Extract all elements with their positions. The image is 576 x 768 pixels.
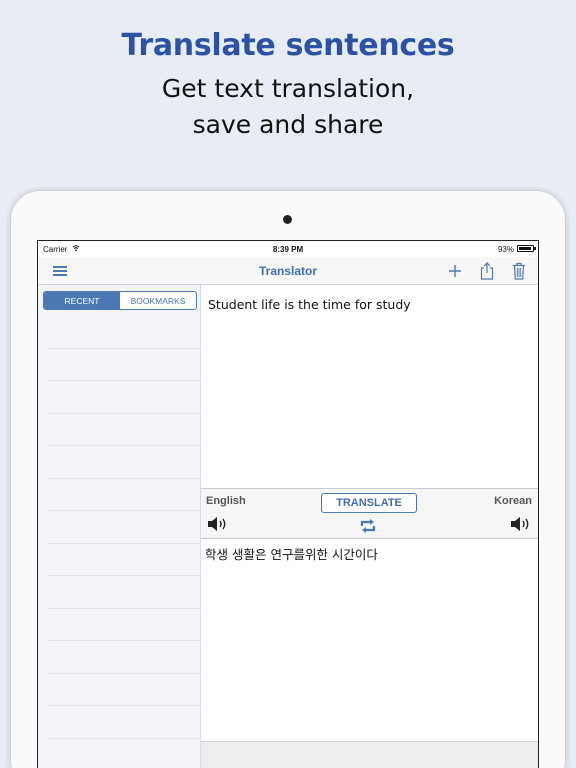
tab-bookmarks[interactable]: BOOKMARKS <box>120 292 196 309</box>
speaker-icon[interactable] <box>510 516 532 532</box>
promo-subline-1: Get text translation, <box>161 74 415 103</box>
list-item[interactable] <box>48 479 201 511</box>
camera-icon <box>283 215 292 224</box>
source-language-button[interactable]: English <box>206 495 246 507</box>
promo-subline-2: save and share <box>192 110 384 139</box>
trash-icon <box>513 262 525 280</box>
battery-tip <box>534 247 536 250</box>
tablet-screen: Carrier 8:39 PM 93% Translator RECENT BO… <box>37 240 539 768</box>
add-button[interactable] <box>445 261 465 281</box>
status-bar: Carrier 8:39 PM 93% <box>38 241 538 257</box>
battery-icon <box>517 245 536 252</box>
swap-languages-icon[interactable] <box>359 517 377 535</box>
list-item[interactable] <box>48 739 201 768</box>
share-icon <box>480 262 494 280</box>
target-language-button[interactable]: Korean <box>494 495 532 507</box>
list-item[interactable] <box>48 414 201 446</box>
list-item[interactable] <box>48 641 201 674</box>
translation-output-area: 학생 생활은 연구를위한 시간이다 <box>201 539 538 741</box>
history-list <box>48 316 201 768</box>
list-item[interactable] <box>48 576 201 609</box>
speaker-icon[interactable] <box>207 516 229 532</box>
list-item[interactable] <box>48 511 201 544</box>
navbar: Translator <box>38 257 538 285</box>
translate-button[interactable]: TRANSLATE <box>321 493 417 513</box>
promo-headline: Translate sentences <box>121 28 455 63</box>
list-item[interactable] <box>48 706 201 739</box>
status-time: 8:39 PM <box>272 245 304 254</box>
history-segmented-control: RECENT BOOKMARKS <box>43 291 197 310</box>
list-item[interactable] <box>48 381 201 414</box>
list-item[interactable] <box>48 446 201 479</box>
status-battery-percent: 93% <box>497 245 514 254</box>
tab-recent[interactable]: RECENT <box>44 292 120 309</box>
list-item[interactable] <box>48 544 201 576</box>
source-text-area[interactable]: Student life is the time for study <box>201 285 538 488</box>
share-button[interactable] <box>477 261 497 281</box>
bottom-toolbar <box>201 741 538 768</box>
translate-controls: English TRANSLATE Korean <box>201 488 538 539</box>
plus-icon <box>449 265 461 277</box>
trash-button[interactable] <box>509 261 529 281</box>
translation-text: 학생 생활은 연구를위한 시간이다 <box>205 547 378 562</box>
list-item[interactable] <box>48 674 201 706</box>
sidebar: RECENT BOOKMARKS <box>38 285 201 768</box>
source-text[interactable]: Student life is the time for study <box>208 297 411 312</box>
list-item[interactable] <box>48 316 201 349</box>
list-item[interactable] <box>48 349 201 381</box>
battery-fill <box>519 247 532 250</box>
list-item[interactable] <box>48 609 201 641</box>
